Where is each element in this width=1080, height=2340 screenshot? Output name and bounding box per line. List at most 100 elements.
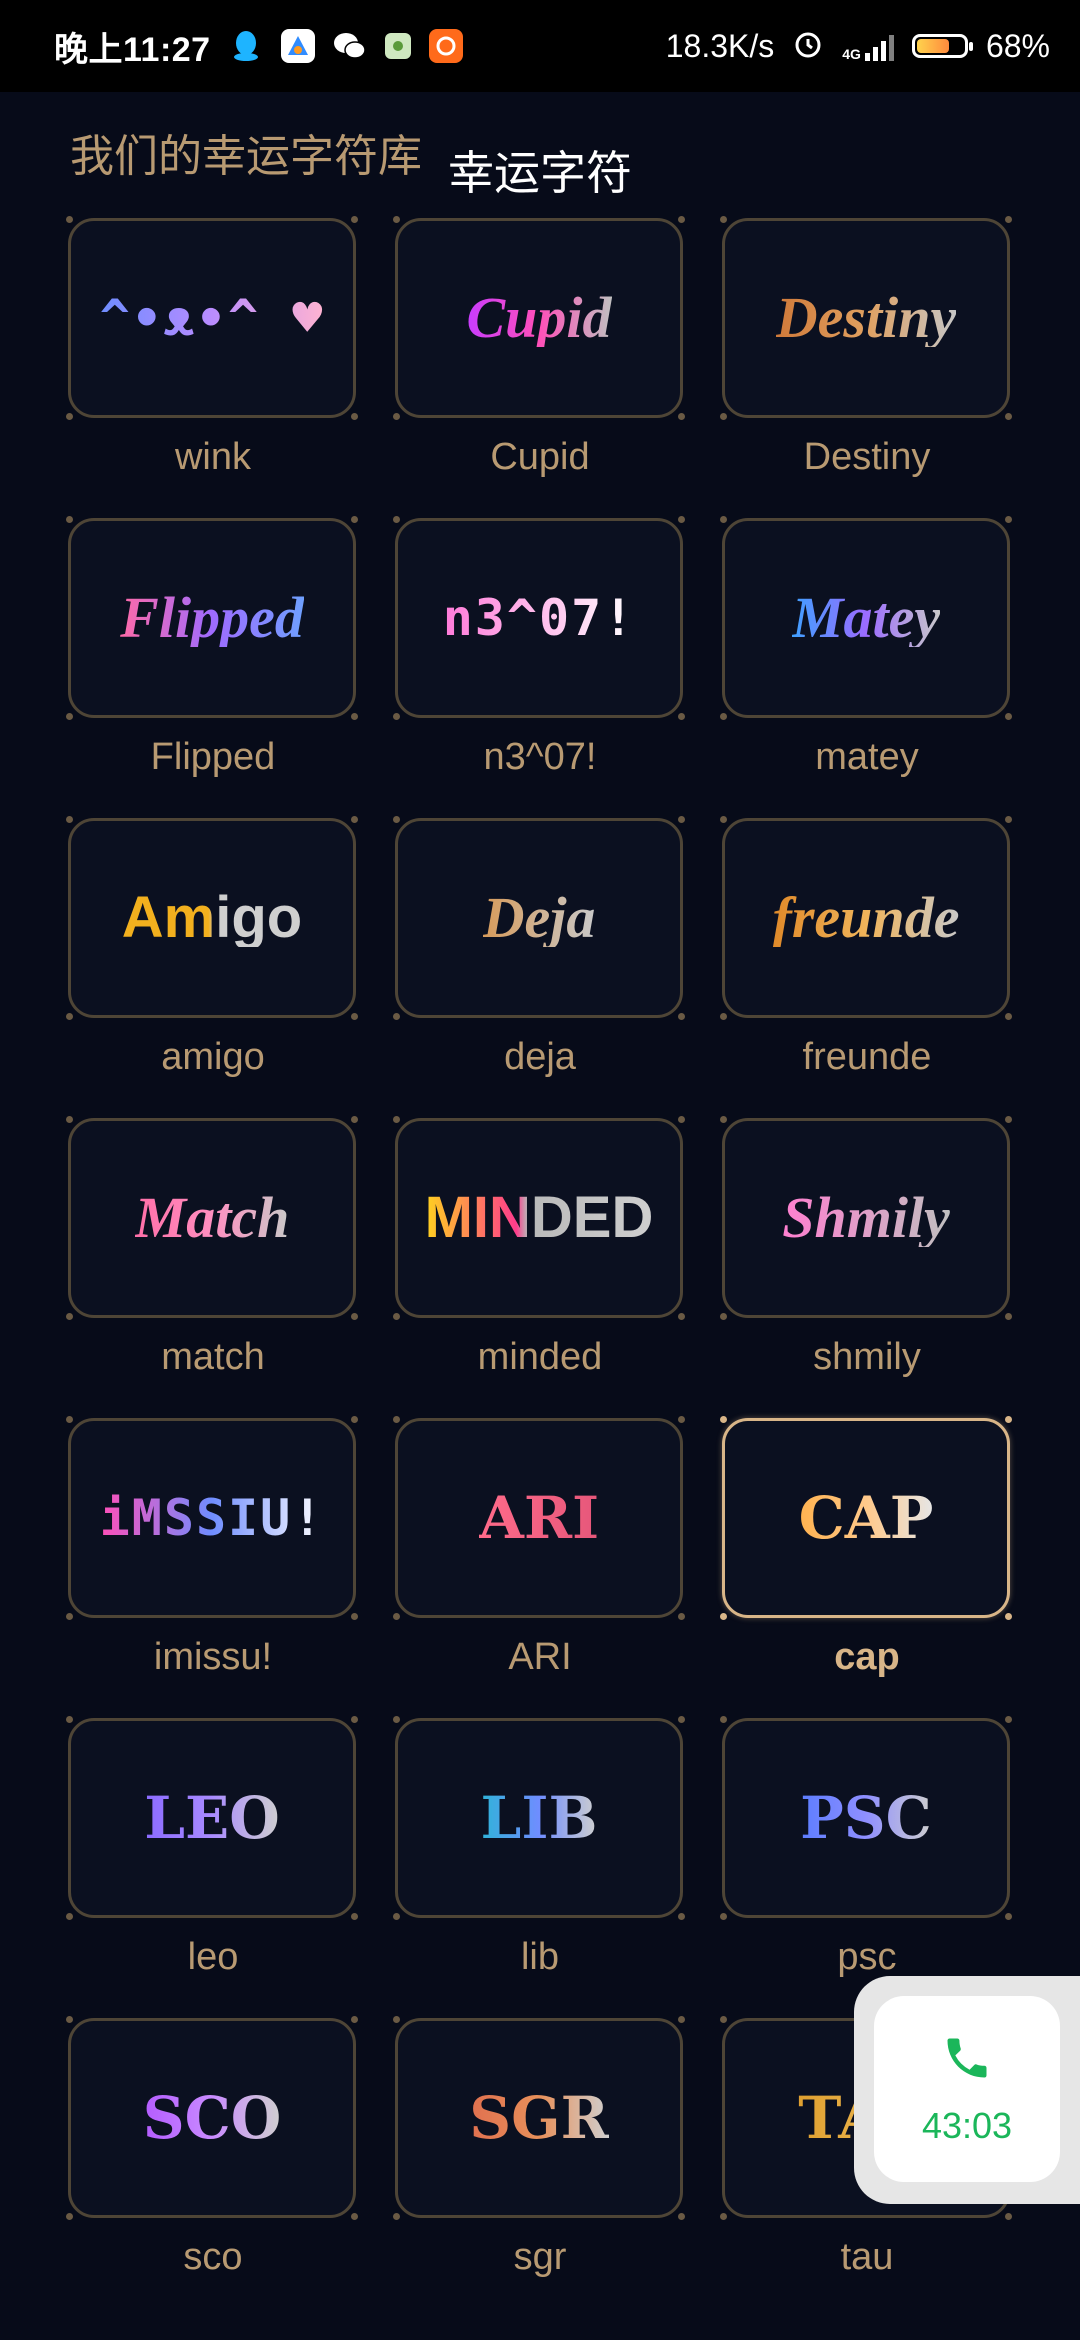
character-art: Shmily — [782, 1185, 950, 1250]
card-corner-dot — [720, 2016, 727, 2023]
card-corner-dot — [678, 1013, 685, 1020]
battery-percent: 68% — [985, 27, 1050, 64]
card-corner-dot — [678, 816, 685, 823]
character-label: leo — [187, 1936, 239, 1978]
card-corner-dot — [720, 1613, 727, 1620]
card-corner-dot — [393, 1313, 400, 1320]
card-corner-dot — [393, 516, 400, 523]
card-corner-dot — [351, 1416, 358, 1423]
character-card[interactable]: Destiny — [720, 216, 1012, 420]
card-corner-dot — [351, 1313, 358, 1320]
signal-icon: 4G — [842, 31, 894, 61]
character-art: Deja — [482, 885, 596, 950]
character-item[interactable]: PSC psc — [720, 1716, 1012, 2018]
character-item[interactable]: Deja deja — [393, 816, 685, 1118]
card-corner-dot — [678, 1116, 685, 1123]
character-card[interactable]: LIB — [393, 1716, 685, 1920]
character-item[interactable]: ARI ARI — [393, 1416, 685, 1718]
card-corner-dot — [720, 1716, 727, 1723]
character-label: n3^07! — [483, 736, 597, 778]
character-item[interactable]: Shmily shmily — [720, 1116, 1012, 1418]
character-art: Match — [134, 1185, 290, 1250]
card-corner-dot — [66, 216, 73, 223]
character-item[interactable]: Cupid Cupid — [393, 216, 685, 518]
character-card[interactable]: LEO — [66, 1716, 358, 1920]
character-item[interactable]: MINDED minded — [393, 1116, 685, 1418]
character-art: Flipped — [120, 585, 304, 650]
card-corner-dot — [393, 816, 400, 823]
ongoing-call-widget[interactable]: 43:03 — [854, 1976, 1080, 2204]
character-item[interactable]: CAP cap — [720, 1416, 1012, 1718]
card-corner-dot — [720, 1116, 727, 1123]
character-card[interactable]: CAP — [720, 1416, 1012, 1620]
character-card[interactable]: freunde — [720, 816, 1012, 1020]
character-card[interactable]: Deja — [393, 816, 685, 1020]
card-corner-dot — [393, 1116, 400, 1123]
character-card[interactable]: SCO — [66, 2016, 358, 2220]
card-corner-dot — [720, 816, 727, 823]
character-art: LIB — [480, 1784, 598, 1852]
call-card[interactable]: 43:03 — [874, 1996, 1060, 2182]
card-corner-dot — [1005, 2213, 1012, 2220]
character-card[interactable]: PSC — [720, 1716, 1012, 1920]
character-item[interactable]: Amigo amigo — [66, 816, 358, 1118]
card-corner-dot — [351, 2016, 358, 2023]
green-app-icon — [384, 33, 411, 59]
character-item[interactable]: SCO sco — [66, 2016, 358, 2318]
character-label: minded — [477, 1336, 603, 1378]
character-item[interactable]: LEO leo — [66, 1716, 358, 2018]
card-corner-dot — [678, 2213, 685, 2220]
character-item[interactable]: Match match — [66, 1116, 358, 1418]
character-label: freunde — [802, 1036, 932, 1078]
card-corner-dot — [351, 216, 358, 223]
card-corner-dot — [1005, 816, 1012, 823]
card-corner-dot — [678, 1716, 685, 1723]
character-item[interactable]: freunde freunde — [720, 816, 1012, 1118]
character-card[interactable]: Flipped — [66, 516, 358, 720]
card-corner-dot — [66, 713, 73, 720]
character-art: ARI — [478, 1484, 600, 1552]
character-item[interactable]: Matey matey — [720, 516, 1012, 818]
network-type: 4G — [842, 46, 861, 62]
character-card[interactable]: MINDED — [393, 1116, 685, 1320]
card-corner-dot — [1005, 1313, 1012, 1320]
card-corner-dot — [66, 1613, 73, 1620]
card-corner-dot — [66, 1116, 73, 1123]
card-corner-dot — [393, 1013, 400, 1020]
character-card[interactable]: Amigo — [66, 816, 358, 1020]
character-item[interactable]: iMSSIU! imissu! — [66, 1416, 358, 1718]
card-corner-dot — [1005, 1716, 1012, 1723]
lucky-characters-screen: 晚上11:27 18.3K/s 4G 68% 我们的幸运字符库 幸运字符 ^•ᴥ… — [0, 0, 1080, 2340]
character-card[interactable]: SGR — [393, 2016, 685, 2220]
character-item[interactable]: Destiny Destiny — [720, 216, 1012, 518]
card-corner-dot — [720, 413, 727, 420]
card-corner-dot — [66, 1416, 73, 1423]
character-item[interactable]: ^•ᴥ•^ ♥ wink — [66, 216, 358, 518]
character-card[interactable]: Match — [66, 1116, 358, 1320]
header: 我们的幸运字符库 幸运字符 — [0, 92, 1080, 202]
character-card[interactable]: ^•ᴥ•^ ♥ — [66, 216, 358, 420]
status-bar: 晚上11:27 18.3K/s 4G 68% — [0, 0, 1080, 92]
character-art: Amigo — [121, 885, 303, 950]
card-corner-dot — [393, 713, 400, 720]
character-item[interactable]: Flipped Flipped — [66, 516, 358, 818]
character-card[interactable]: iMSSIU! — [66, 1416, 358, 1620]
character-card[interactable]: Cupid — [393, 216, 685, 420]
character-item[interactable]: LIB lib — [393, 1716, 685, 2018]
call-duration: 43:03 — [921, 2104, 1013, 2146]
character-label: imissu! — [153, 1636, 273, 1678]
character-card[interactable]: n3^07! — [393, 516, 685, 720]
character-label: Destiny — [803, 436, 931, 478]
character-item[interactable]: SGR sgr — [393, 2016, 685, 2318]
page-subtitle: 我们的幸运字符库 — [70, 132, 422, 181]
character-card[interactable]: ARI — [393, 1416, 685, 1620]
orange-app-icon — [428, 29, 463, 63]
character-art: freunde — [772, 885, 960, 950]
character-card[interactable]: Shmily — [720, 1116, 1012, 1320]
card-corner-dot — [351, 1716, 358, 1723]
character-item[interactable]: n3^07! n3^07! — [393, 516, 685, 818]
card-corner-dot — [678, 1613, 685, 1620]
character-card[interactable]: Matey — [720, 516, 1012, 720]
card-corner-dot — [678, 413, 685, 420]
card-corner-dot — [351, 413, 358, 420]
